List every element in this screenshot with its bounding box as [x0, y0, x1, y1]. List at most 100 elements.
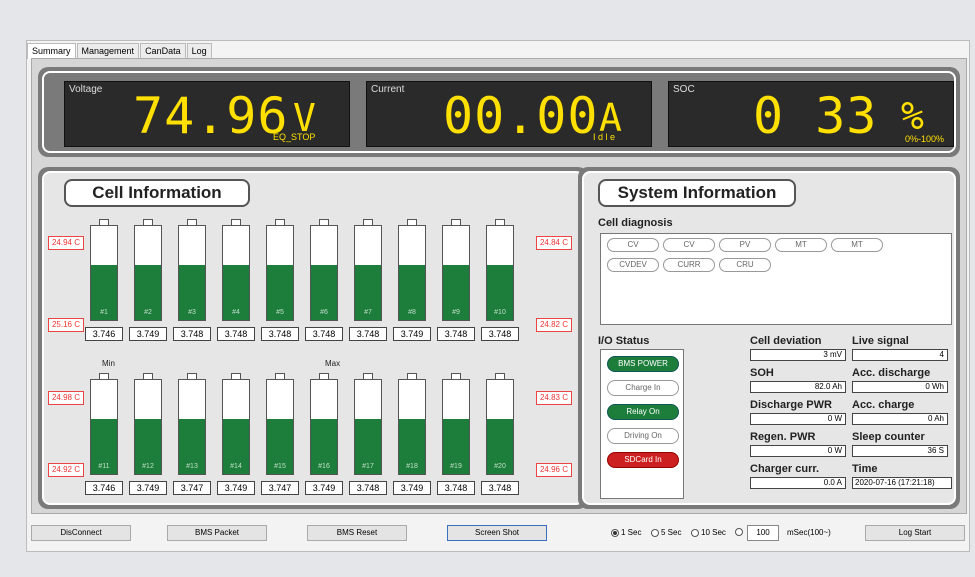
top-display-bar: Voltage 74.96 V EQ_STOP Current 00.00 A …: [38, 67, 960, 157]
bottom-toolbar: DisConnect BMS Packet BMS Reset Screen S…: [27, 523, 971, 551]
tab-management[interactable]: Management: [76, 43, 140, 59]
cell-information-title: Cell Information: [64, 179, 250, 207]
acc-charge-label: Acc. charge: [852, 399, 915, 411]
diag-pv: PV: [719, 238, 771, 252]
io-driving-on[interactable]: Driving On: [607, 428, 679, 444]
charger-curr-label: Charger curr.: [750, 463, 820, 475]
cell-id: #10: [494, 309, 506, 316]
msec-input[interactable]: 100: [747, 525, 779, 541]
current-label: Current: [371, 84, 405, 95]
battery-body: #3: [178, 225, 206, 321]
charger-curr-value: 0.0 A: [750, 477, 846, 489]
temp-row1-right-top: 24.84 C: [536, 236, 572, 250]
app-window: Summary Management CanData Log Voltage 7…: [26, 40, 970, 552]
battery-body: #6: [310, 225, 338, 321]
battery-body: #12: [134, 379, 162, 475]
cell-voltage: 3.748: [437, 327, 475, 341]
battery-body: #1: [90, 225, 118, 321]
cell-deviation-label: Cell deviation: [750, 335, 822, 347]
cell-id: #6: [320, 309, 328, 316]
cell-id: #15: [274, 463, 286, 470]
screen-shot-button[interactable]: Screen Shot: [447, 525, 547, 541]
msec-label: mSec(100~): [787, 528, 831, 537]
cell-voltage: 3.748: [437, 481, 475, 495]
io-sdcard-in[interactable]: SDCard In: [607, 452, 679, 468]
cell-id: #16: [318, 463, 330, 470]
cell-id: #17: [362, 463, 374, 470]
io-bms-power[interactable]: BMS POWER: [607, 356, 679, 372]
discharge-pwr-value: 0 W: [750, 413, 846, 425]
voltage-label: Voltage: [69, 84, 103, 95]
temp-row1-left-bottom: 25.16 C: [48, 318, 84, 332]
diag-cv-1: CV: [607, 238, 659, 252]
cell-voltage: 3.748: [173, 327, 211, 341]
cell-voltage: 3.749: [217, 481, 255, 495]
battery-body: #8: [398, 225, 426, 321]
regen-pwr-label: Regen. PWR: [750, 431, 816, 443]
temp-row1-right-bottom: 24.82 C: [536, 318, 572, 332]
battery-body: #5: [266, 225, 294, 321]
acc-discharge-label: Acc. discharge: [852, 367, 931, 379]
cell-voltage: 3.748: [217, 327, 255, 341]
current-value: 00.00: [443, 87, 599, 145]
radio-dot-icon: [691, 528, 699, 537]
io-status-box: BMS POWER Charge In Relay On Driving On …: [600, 349, 684, 499]
cell-voltage: 3.748: [261, 327, 299, 341]
diag-curr: CURR: [663, 258, 715, 272]
diag-mt-2: MT: [831, 238, 883, 252]
bms-packet-button[interactable]: BMS Packet: [167, 525, 267, 541]
voltage-status: EQ_STOP: [273, 132, 316, 142]
voltage-value: 74.96: [133, 87, 289, 145]
io-relay-on[interactable]: Relay On: [607, 404, 679, 420]
radio-dot-icon: [651, 528, 659, 537]
cell-voltage: 3.748: [481, 327, 519, 341]
battery-body: #14: [222, 379, 250, 475]
bms-reset-button[interactable]: BMS Reset: [307, 525, 407, 541]
battery-body: #18: [398, 379, 426, 475]
soc-label: SOC: [673, 84, 695, 95]
cell-deviation-value: 3 mV: [750, 349, 846, 361]
radio-dot-icon: [735, 528, 743, 536]
cell-information-panel: Cell Information #1 3.746 #2 3.749 #3 3.748 #4…: [38, 167, 588, 509]
radio-1sec[interactable]: 1 Sec: [611, 528, 641, 537]
battery-body: #11: [90, 379, 118, 475]
battery-body: #7: [354, 225, 382, 321]
acc-charge-value: 0 Ah: [852, 413, 948, 425]
tab-log[interactable]: Log: [186, 43, 212, 59]
temp-row1-left-top: 24.94 C: [48, 236, 84, 250]
voltage-display: Voltage 74.96 V EQ_STOP: [64, 81, 350, 147]
cell-id: #11: [98, 463, 110, 470]
cell-id: #2: [144, 309, 152, 316]
cell-id: #19: [450, 463, 462, 470]
discharge-pwr-label: Discharge PWR: [750, 399, 832, 411]
io-charge-in[interactable]: Charge In: [607, 380, 679, 396]
cell-id: #1: [100, 309, 108, 316]
cell-voltage: 3.746: [85, 327, 123, 341]
radio-custom[interactable]: [735, 528, 745, 536]
live-signal-label: Live signal: [852, 335, 909, 347]
cell-id: #9: [452, 309, 460, 316]
cell-diagnosis-box: CV CV PV MT MT CVDEV CURR CRU: [600, 233, 952, 325]
tab-summary[interactable]: Summary: [27, 43, 76, 59]
acc-discharge-value: 0 Wh: [852, 381, 948, 393]
cell-id: #8: [408, 309, 416, 316]
cell-id: #12: [142, 463, 154, 470]
cell-id: #13: [186, 463, 198, 470]
sleep-counter-value: 36 S: [852, 445, 948, 457]
radio-10sec[interactable]: 10 Sec: [691, 528, 726, 537]
radio-5sec[interactable]: 5 Sec: [651, 528, 681, 537]
tab-candata[interactable]: CanData: [140, 43, 186, 59]
time-label: Time: [852, 463, 878, 475]
radio-dot-icon: [611, 528, 619, 537]
cell-id: #20: [494, 463, 506, 470]
soc-value: 0 33: [753, 87, 878, 145]
temp-row2-left-top: 24.98 C: [48, 391, 84, 405]
diag-cru: CRU: [719, 258, 771, 272]
cell-id: #4: [232, 309, 240, 316]
cell-voltage: 3.748: [481, 481, 519, 495]
cell-voltage: 3.748: [305, 327, 343, 341]
cell-id: #3: [188, 309, 196, 316]
battery-body: #9: [442, 225, 470, 321]
disconnect-button[interactable]: DisConnect: [31, 525, 131, 541]
log-start-button[interactable]: Log Start: [865, 525, 965, 541]
